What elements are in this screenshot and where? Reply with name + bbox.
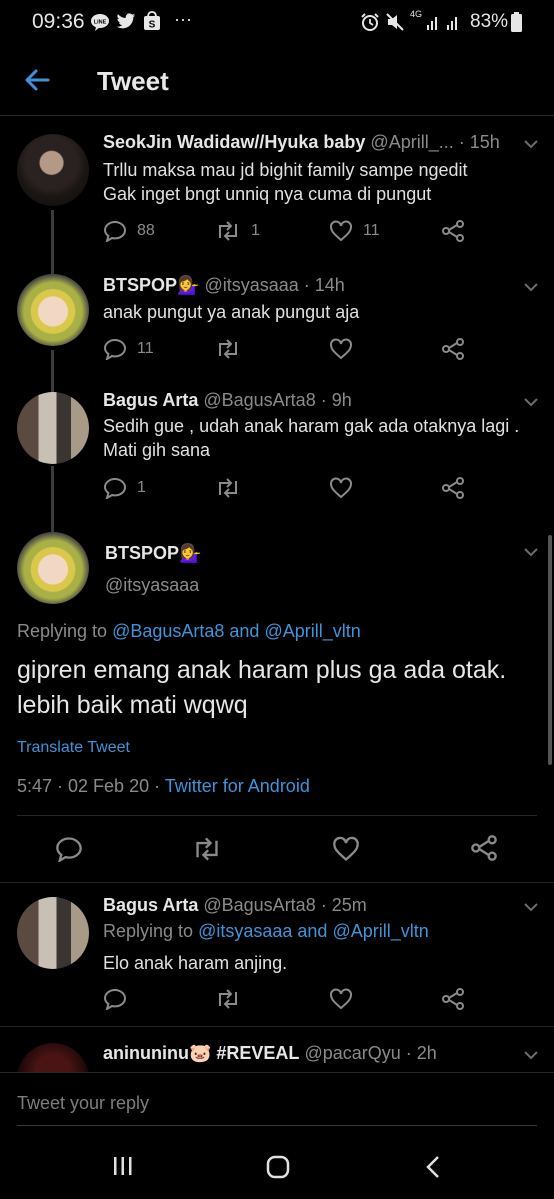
- avatar[interactable]: [17, 274, 89, 346]
- like-button[interactable]: [329, 986, 363, 1012]
- retweet-button[interactable]: [215, 986, 251, 1012]
- svg-text:S: S: [149, 20, 156, 31]
- shopee-icon: S: [143, 11, 161, 36]
- reply-button[interactable]: 1: [103, 475, 146, 501]
- tweet-actions: 11: [103, 336, 523, 362]
- main-tweet-handle[interactable]: @itsyasaaa: [105, 575, 199, 596]
- replying-to: Replying to @BagusArta8 and @Aprill_vltn: [17, 621, 361, 641]
- reply-button[interactable]: 11: [103, 336, 154, 362]
- tweet-author[interactable]: aninuninu🐷 #REVEAL @pacarQyu · 2h: [103, 1043, 437, 1064]
- retweet-button[interactable]: [191, 836, 223, 862]
- tweet-text: Trllu maksa mau jd bighit family sampe n…: [103, 160, 468, 204]
- share-button[interactable]: [470, 834, 498, 862]
- status-bar: 09:36 LINE S ··· 4G 83%: [0, 0, 554, 44]
- back-icon[interactable]: [424, 1155, 442, 1179]
- share-button[interactable]: [441, 475, 475, 501]
- tweet-text: anak pungut ya anak pungut aja: [103, 302, 360, 322]
- twitter-icon: [116, 13, 136, 35]
- divider: [0, 882, 554, 883]
- thread-line: [51, 466, 54, 532]
- mention-link[interactable]: @BagusArta8: [112, 621, 224, 641]
- avatar[interactable]: [17, 532, 89, 604]
- tweet-actions: [103, 986, 523, 1012]
- chevron-down-icon[interactable]: [524, 282, 538, 292]
- reply-button[interactable]: [55, 836, 83, 862]
- main-tweet-author-name[interactable]: BTSPOP💁‍♀️: [105, 543, 201, 564]
- chevron-down-icon[interactable]: [524, 1050, 538, 1060]
- mention-link[interactable]: @Aprill_vltn: [264, 621, 360, 641]
- chevron-down-icon[interactable]: [524, 902, 538, 912]
- retweet-button[interactable]: [215, 475, 251, 501]
- avatar[interactable]: [17, 392, 89, 464]
- more-icon: ···: [174, 9, 192, 29]
- avatar[interactable]: [17, 897, 89, 969]
- tweet-text: Sedih gue , udah anak haram gak ada otak…: [103, 416, 520, 460]
- divider: [17, 815, 537, 816]
- avatar[interactable]: [17, 1043, 89, 1072]
- system-nav-bar: [0, 1135, 554, 1199]
- reply-composer: Tweet your reply: [0, 1072, 554, 1130]
- tweet-author[interactable]: Bagus Arta @BagusArta8 · 25m: [103, 895, 367, 916]
- like-button[interactable]: [329, 336, 363, 362]
- reply-input[interactable]: Tweet your reply: [17, 1093, 149, 1114]
- like-button[interactable]: 11: [329, 218, 380, 244]
- battery-percent: 83%: [470, 11, 509, 32]
- divider: [0, 1026, 554, 1027]
- chevron-down-icon[interactable]: [524, 397, 538, 407]
- page-title: Tweet: [97, 66, 169, 96]
- line-icon: LINE: [90, 13, 110, 36]
- main-tweet-text: gipren emang anak haram plus ga ada otak…: [17, 656, 507, 719]
- main-tweet-actions: [0, 834, 554, 864]
- mute-icon: [385, 12, 405, 37]
- reply-underline: [17, 1125, 537, 1126]
- tweet-author[interactable]: SeokJin Wadidaw//Hyuka baby @Aprill_... …: [103, 132, 500, 153]
- tweet-actions: 1: [103, 475, 523, 501]
- replying-to: Replying to @itsyasaaa and @Aprill_vltn: [103, 921, 429, 941]
- tweet-text: Elo anak haram anjing.: [103, 953, 288, 973]
- tweet-actions: 88 1 11: [103, 218, 523, 244]
- status-time: 09:36: [32, 10, 85, 33]
- share-button[interactable]: [441, 218, 475, 244]
- svg-text:LINE: LINE: [94, 20, 107, 26]
- battery-icon: [511, 12, 522, 37]
- tweet-author[interactable]: Bagus Arta @BagusArta8 · 9h: [103, 390, 352, 411]
- reply-button[interactable]: 88: [103, 218, 155, 244]
- share-button[interactable]: [441, 336, 475, 362]
- avatar[interactable]: [17, 134, 89, 206]
- tweet-source-link[interactable]: Twitter for Android: [165, 776, 310, 796]
- translate-tweet-link[interactable]: Translate Tweet: [17, 739, 130, 757]
- thread-line: [51, 350, 54, 392]
- chevron-down-icon[interactable]: [524, 139, 538, 149]
- scrollbar[interactable]: [548, 535, 552, 765]
- share-button[interactable]: [441, 986, 475, 1012]
- retweet-button[interactable]: [215, 336, 251, 362]
- thread-line: [51, 210, 54, 274]
- network-type: 4G: [410, 9, 423, 19]
- back-arrow-icon[interactable]: [22, 64, 54, 96]
- tweet-timestamp: 5:47 · 02 Feb 20 · Twitter for Android: [17, 776, 310, 796]
- mention-link[interactable]: @Aprill_vltn: [332, 921, 428, 941]
- home-icon[interactable]: [266, 1155, 290, 1179]
- app-header: Tweet: [0, 48, 554, 116]
- mention-link[interactable]: @itsyasaaa: [198, 921, 292, 941]
- like-button[interactable]: [332, 836, 360, 862]
- reply-button[interactable]: [103, 986, 137, 1012]
- recent-apps-icon[interactable]: [112, 1155, 134, 1177]
- like-button[interactable]: [329, 475, 363, 501]
- retweet-button[interactable]: 1: [215, 218, 260, 244]
- signal-icon: [426, 12, 466, 37]
- chevron-down-icon[interactable]: [524, 547, 538, 557]
- tweet-author[interactable]: BTSPOP💁‍♀️ @itsyasaaa · 14h: [103, 275, 345, 296]
- alarm-icon: [360, 12, 380, 37]
